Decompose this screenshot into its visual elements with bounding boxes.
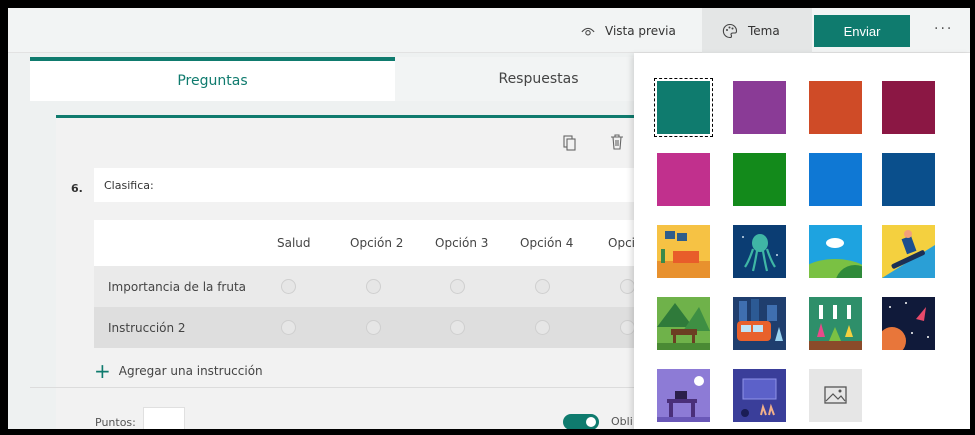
preview-button[interactable]: Vista previa bbox=[581, 8, 676, 53]
space-rocket-theme[interactable] bbox=[882, 297, 935, 350]
city-bus-theme[interactable] bbox=[733, 297, 786, 350]
divider bbox=[30, 387, 642, 388]
palette-icon bbox=[722, 23, 738, 38]
custom-image-theme[interactable] bbox=[809, 369, 862, 422]
radio-button[interactable] bbox=[620, 279, 635, 294]
forest-bench-theme[interactable] bbox=[657, 297, 710, 350]
living-room-theme[interactable] bbox=[657, 225, 710, 278]
statement-label[interactable]: Importancia de la fruta bbox=[108, 266, 246, 307]
theme-swatch-teal[interactable] bbox=[654, 78, 713, 137]
send-button[interactable]: Enviar bbox=[814, 15, 910, 47]
required-toggle[interactable] bbox=[563, 414, 599, 429]
theme-swatch-orange[interactable] bbox=[809, 81, 862, 134]
delete-icon[interactable] bbox=[610, 133, 624, 151]
column-option-2[interactable]: Opción 2 bbox=[350, 220, 403, 266]
theme-label: Tema bbox=[748, 23, 780, 38]
sky-hills-theme[interactable] bbox=[809, 225, 862, 278]
question-card[interactable]: 6. Clasifica: Salud Opción 2 Opción 3 Op… bbox=[56, 115, 642, 429]
eye-icon bbox=[581, 27, 595, 35]
snowboard-theme[interactable] bbox=[882, 225, 935, 278]
tab-questions[interactable]: Preguntas bbox=[30, 57, 395, 101]
radio-button[interactable] bbox=[366, 320, 381, 335]
theme-swatch-magenta[interactable] bbox=[657, 153, 710, 206]
likert-header-row: Salud Opción 2 Opción 3 Opción 4 Opci bbox=[94, 220, 642, 266]
required-label: Obli bbox=[611, 415, 633, 428]
points-label: Puntos: bbox=[95, 416, 136, 429]
column-option-4[interactable]: Opción 4 bbox=[520, 220, 573, 266]
radio-button[interactable] bbox=[535, 320, 550, 335]
question-number: 6. bbox=[71, 182, 83, 195]
theme-swatch-maroon[interactable] bbox=[882, 81, 935, 134]
theme-panel bbox=[634, 53, 970, 429]
copy-icon[interactable] bbox=[563, 133, 577, 151]
laptop-theme[interactable] bbox=[733, 369, 786, 422]
statement-row: Instrucción 2 bbox=[94, 307, 642, 348]
top-bar: Vista previa Tema Enviar ··· bbox=[8, 8, 970, 53]
radio-button[interactable] bbox=[620, 320, 635, 335]
column-option-3[interactable]: Opción 3 bbox=[435, 220, 488, 266]
column-option-1[interactable]: Salud bbox=[277, 220, 311, 266]
question-title-input[interactable]: Clasifica: bbox=[94, 168, 642, 202]
radio-button[interactable] bbox=[450, 279, 465, 294]
radio-button[interactable] bbox=[281, 279, 296, 294]
radio-button[interactable] bbox=[366, 279, 381, 294]
more-options-icon[interactable]: ··· bbox=[934, 21, 953, 37]
theme-swatch-green[interactable] bbox=[733, 153, 786, 206]
purple-desk-theme[interactable] bbox=[657, 369, 710, 422]
theme-swatch-blue[interactable] bbox=[809, 153, 862, 206]
radio-button[interactable] bbox=[281, 320, 296, 335]
theme-button[interactable]: Tema bbox=[702, 8, 812, 53]
plus-icon: + bbox=[94, 359, 111, 383]
tab-bar: Preguntas Respuestas bbox=[30, 57, 642, 101]
octopus-theme[interactable] bbox=[733, 225, 786, 278]
preview-label: Vista previa bbox=[605, 23, 676, 38]
add-statement-label: Agregar una instrucción bbox=[118, 364, 263, 378]
theme-swatch-navy[interactable] bbox=[882, 153, 935, 206]
column-option-5[interactable]: Opci bbox=[608, 220, 635, 266]
radio-button[interactable] bbox=[450, 320, 465, 335]
image-icon bbox=[824, 386, 847, 404]
toggle-knob bbox=[586, 417, 596, 427]
radio-button[interactable] bbox=[535, 279, 550, 294]
points-input[interactable] bbox=[143, 407, 185, 429]
add-statement-button[interactable]: + Agregar una instrucción bbox=[94, 360, 263, 382]
theme-swatch-purple[interactable] bbox=[733, 81, 786, 134]
tab-responses[interactable]: Respuestas bbox=[395, 57, 642, 101]
statement-label[interactable]: Instrucción 2 bbox=[108, 307, 186, 348]
question-title-text: Clasifica: bbox=[104, 178, 154, 192]
statement-row: Importancia de la fruta bbox=[94, 266, 642, 307]
lab-flasks-theme[interactable] bbox=[809, 297, 862, 350]
forms-window: Vista previa Tema Enviar ··· Preguntas R… bbox=[8, 8, 970, 429]
